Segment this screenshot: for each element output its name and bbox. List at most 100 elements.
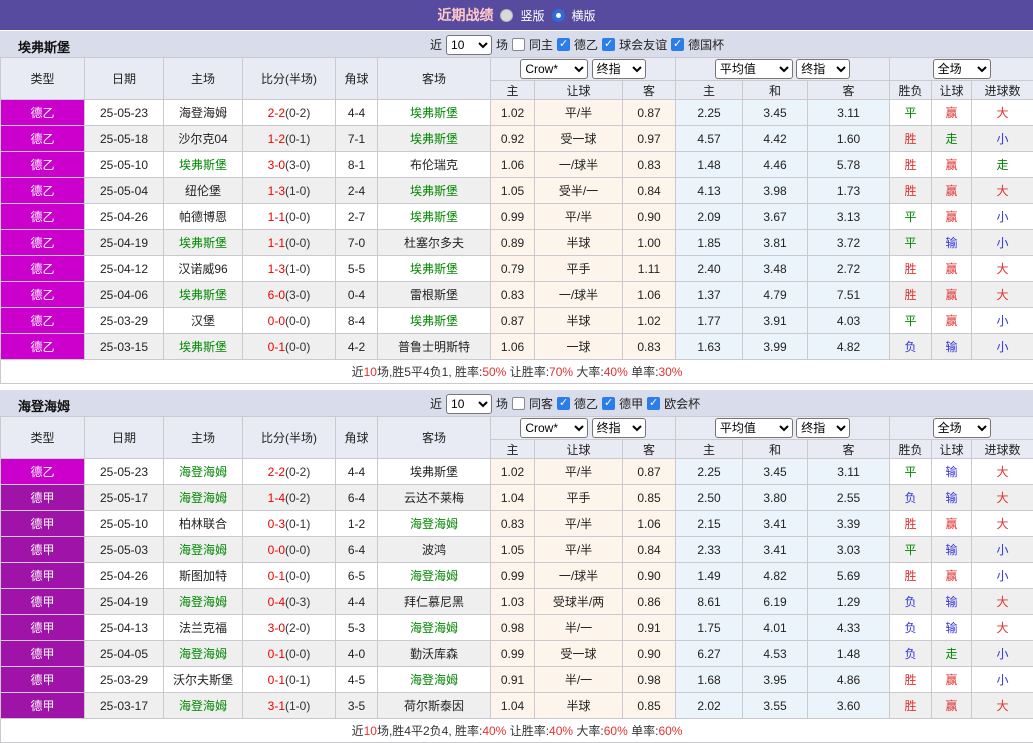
radio-horizontal-label[interactable]: 横版 bbox=[572, 7, 596, 24]
score: 3-1(1-0) bbox=[243, 693, 336, 719]
avg-draw: 3.41 bbox=[743, 511, 808, 537]
radio-horizontal-layout[interactable] bbox=[552, 9, 565, 22]
col-goals-result: 进球数 bbox=[972, 81, 1033, 100]
avg-home: 2.33 bbox=[676, 537, 743, 563]
avg-draw: 3.45 bbox=[743, 459, 808, 485]
league-badge: 德甲 bbox=[1, 615, 85, 641]
avg-away: 1.29 bbox=[808, 589, 890, 615]
radio-vertical-label[interactable]: 竖版 bbox=[520, 7, 544, 24]
avg-draw: 4.46 bbox=[743, 152, 808, 178]
avg-home: 1.48 bbox=[676, 152, 743, 178]
avg-away: 2.55 bbox=[808, 485, 890, 511]
home-team: 埃弗斯堡 bbox=[164, 152, 243, 178]
odds-handicap: 平/半 bbox=[535, 511, 623, 537]
odds-handicap: 半球 bbox=[535, 693, 623, 719]
odds-away: 0.97 bbox=[623, 126, 676, 152]
col-odds-away: 客 bbox=[623, 81, 676, 100]
games-label: 场 bbox=[496, 395, 508, 412]
result-goals: 大 bbox=[972, 693, 1033, 719]
avg-home: 2.15 bbox=[676, 511, 743, 537]
home-team: 斯图加特 bbox=[164, 563, 243, 589]
avg-away: 5.78 bbox=[808, 152, 890, 178]
away-team: 海登海姆 bbox=[378, 511, 491, 537]
section-header: 埃弗斯堡 近 10 场 同主 德乙 球会友谊 德国杯 bbox=[0, 30, 1033, 57]
league-checkbox[interactable] bbox=[602, 397, 615, 410]
bookmaker-select[interactable]: Crow* bbox=[520, 418, 588, 438]
odds-home: 1.02 bbox=[491, 100, 535, 126]
avg-away: 3.39 bbox=[808, 511, 890, 537]
odds-away: 0.85 bbox=[623, 693, 676, 719]
match-row: 德乙25-04-12汉诺威961-3(1-0)5-5埃弗斯堡0.79平手1.11… bbox=[1, 256, 1033, 282]
result-goals: 大 bbox=[972, 256, 1033, 282]
result-handicap: 赢 bbox=[932, 100, 972, 126]
odds-home: 0.79 bbox=[491, 256, 535, 282]
avg-draw: 4.79 bbox=[743, 282, 808, 308]
bookmaker-select[interactable]: Crow* bbox=[520, 59, 588, 79]
result-goals: 小 bbox=[972, 667, 1033, 693]
result-handicap: 走 bbox=[932, 126, 972, 152]
odds-home: 0.87 bbox=[491, 308, 535, 334]
avg-stage-select[interactable]: 终指 bbox=[796, 59, 850, 79]
league-checkbox[interactable] bbox=[602, 38, 615, 51]
col-avg-draw: 和 bbox=[743, 81, 808, 100]
col-outcome: 胜负 bbox=[890, 440, 932, 459]
avg-away: 3.11 bbox=[808, 100, 890, 126]
avg-away: 4.82 bbox=[808, 334, 890, 360]
match-date: 25-04-26 bbox=[85, 563, 164, 589]
away-team: 波鸿 bbox=[378, 537, 491, 563]
corners: 4-4 bbox=[336, 589, 378, 615]
average-group: 平均值 终指 bbox=[676, 417, 890, 440]
avg-home: 8.61 bbox=[676, 589, 743, 615]
corners: 6-5 bbox=[336, 563, 378, 589]
avg-home: 1.75 bbox=[676, 615, 743, 641]
odds-away: 0.84 bbox=[623, 537, 676, 563]
league-checkbox[interactable] bbox=[671, 38, 684, 51]
avg-stage-select[interactable]: 终指 bbox=[796, 418, 850, 438]
scope-select[interactable]: 全场 bbox=[933, 59, 991, 79]
avg-draw: 4.01 bbox=[743, 615, 808, 641]
result-handicap: 输 bbox=[932, 537, 972, 563]
match-date: 25-04-13 bbox=[85, 615, 164, 641]
result-outcome: 胜 bbox=[890, 511, 932, 537]
score: 1-1(0-0) bbox=[243, 230, 336, 256]
same-venue-checkbox[interactable] bbox=[512, 397, 525, 410]
col-handicap-result: 让球 bbox=[932, 440, 972, 459]
odds-stage-select[interactable]: 终指 bbox=[592, 59, 646, 79]
result-handicap: 输 bbox=[932, 615, 972, 641]
odds-home: 0.98 bbox=[491, 615, 535, 641]
odds-stage-select[interactable]: 终指 bbox=[592, 418, 646, 438]
scope-select[interactable]: 全场 bbox=[933, 418, 991, 438]
league-checkbox[interactable] bbox=[557, 38, 570, 51]
radio-vertical-layout[interactable] bbox=[500, 9, 513, 22]
away-team: 海登海姆 bbox=[378, 667, 491, 693]
corners: 5-3 bbox=[336, 615, 378, 641]
games-count-select[interactable]: 10 bbox=[446, 394, 492, 414]
score: 0-3(0-1) bbox=[243, 511, 336, 537]
match-row: 德甲25-03-17海登海姆3-1(1-0)3-5荷尔斯泰因1.04半球0.85… bbox=[1, 693, 1033, 719]
avg-home: 1.49 bbox=[676, 563, 743, 589]
result-handicap: 赢 bbox=[932, 693, 972, 719]
away-team: 拜仁慕尼黑 bbox=[378, 589, 491, 615]
result-outcome: 胜 bbox=[890, 667, 932, 693]
odds-away: 0.90 bbox=[623, 563, 676, 589]
average-select[interactable]: 平均值 bbox=[715, 59, 793, 79]
corners: 4-4 bbox=[336, 459, 378, 485]
result-handicap: 赢 bbox=[932, 204, 972, 230]
match-row: 德乙25-03-29汉堡0-0(0-0)8-4埃弗斯堡0.87半球1.021.7… bbox=[1, 308, 1033, 334]
match-row: 德乙25-04-06埃弗斯堡6-0(3-0)0-4雷根斯堡0.83一/球半1.0… bbox=[1, 282, 1033, 308]
avg-away: 1.73 bbox=[808, 178, 890, 204]
league-checkbox[interactable] bbox=[647, 397, 660, 410]
match-date: 25-04-12 bbox=[85, 256, 164, 282]
league-badge: 德甲 bbox=[1, 537, 85, 563]
home-team: 汉诺威96 bbox=[164, 256, 243, 282]
same-venue-checkbox[interactable] bbox=[512, 38, 525, 51]
games-count-select[interactable]: 10 bbox=[446, 35, 492, 55]
corners: 5-5 bbox=[336, 256, 378, 282]
result-goals: 走 bbox=[972, 152, 1033, 178]
average-select[interactable]: 平均值 bbox=[715, 418, 793, 438]
odds-handicap: 平手 bbox=[535, 256, 623, 282]
col-away: 客场 bbox=[378, 417, 491, 459]
away-team: 埃弗斯堡 bbox=[378, 100, 491, 126]
result-goals: 大 bbox=[972, 589, 1033, 615]
league-checkbox[interactable] bbox=[557, 397, 570, 410]
